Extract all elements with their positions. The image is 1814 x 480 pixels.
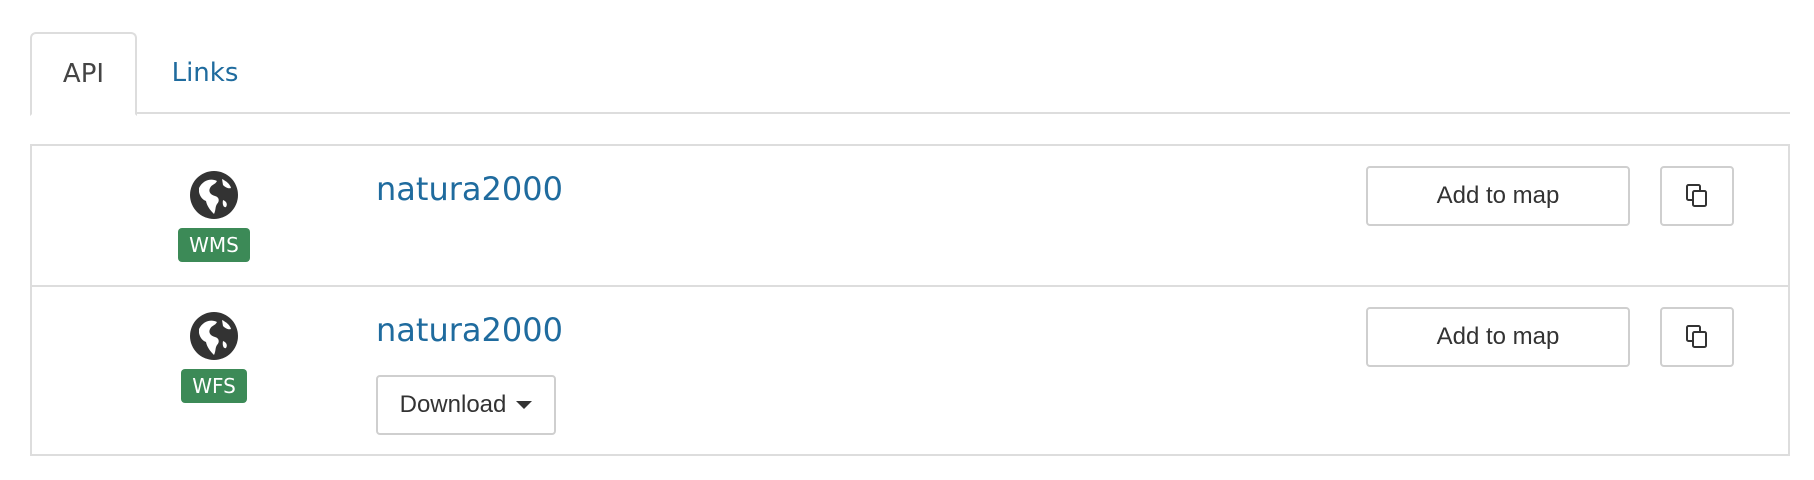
add-to-map-label: Add to map <box>1436 182 1560 209</box>
service-type-column: WFS <box>156 311 272 403</box>
tab-api-label: API <box>62 59 105 89</box>
resource-title-link[interactable]: natura2000 <box>376 170 563 208</box>
download-label: Download <box>399 391 507 418</box>
tab-api[interactable]: API <box>30 32 137 116</box>
service-type-column: WMS <box>156 170 272 262</box>
api-resource-list: WMS natura2000 Add to map WFS natura2000… <box>30 144 1790 456</box>
service-badge: WMS <box>178 228 250 262</box>
caret-down-icon <box>516 401 533 409</box>
add-to-map-label: Add to map <box>1436 323 1560 350</box>
copy-url-button[interactable] <box>1660 307 1734 367</box>
add-to-map-button[interactable]: Add to map <box>1366 166 1630 226</box>
resource-title-link[interactable]: natura2000 <box>376 311 563 349</box>
globe-icon <box>190 312 238 360</box>
tab-bar: API Links <box>30 32 1790 116</box>
resource-row-wms: WMS natura2000 Add to map <box>32 146 1788 287</box>
add-to-map-button[interactable]: Add to map <box>1366 307 1630 367</box>
download-dropdown-button[interactable]: Download <box>376 375 556 435</box>
copy-url-button[interactable] <box>1660 166 1734 226</box>
copy-icon <box>1686 325 1707 348</box>
resource-row-wfs: WFS natura2000 Download Add to map <box>32 287 1788 454</box>
tab-links-label: Links <box>171 58 239 88</box>
service-badge: WFS <box>181 369 247 403</box>
tab-links[interactable]: Links <box>137 32 273 114</box>
globe-icon <box>190 171 238 219</box>
copy-icon <box>1686 184 1707 207</box>
